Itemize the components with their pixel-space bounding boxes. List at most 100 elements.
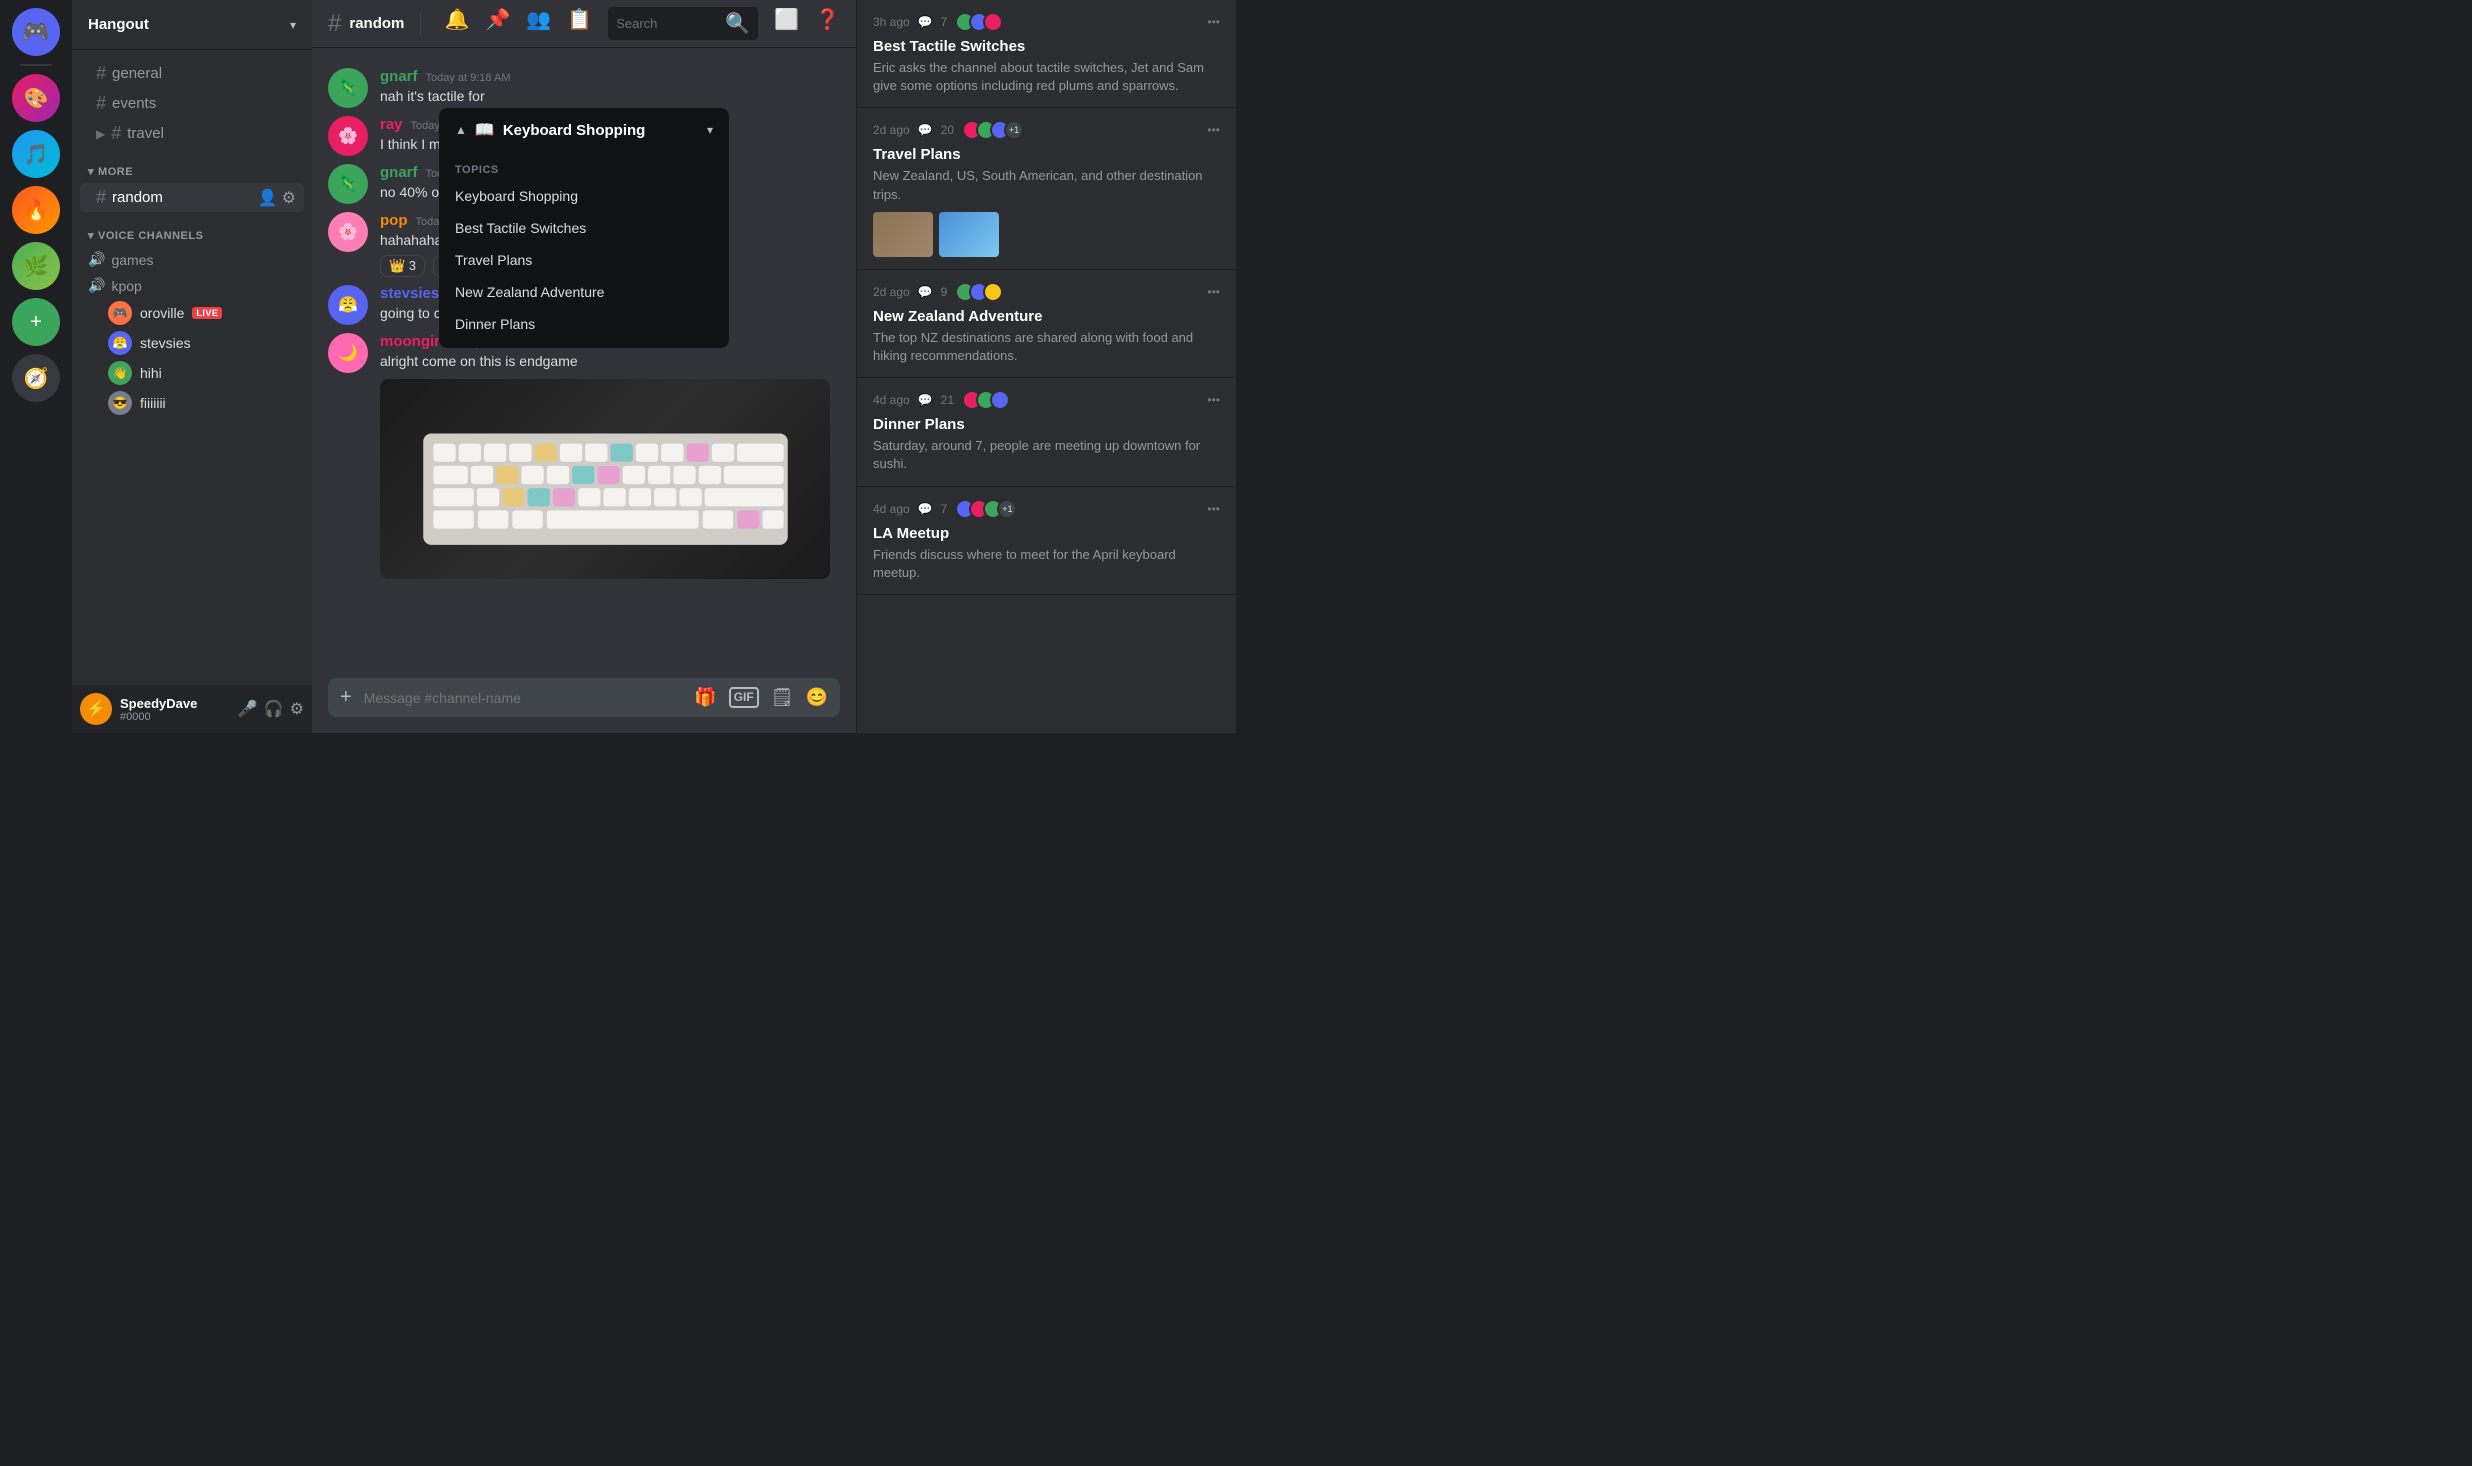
thread-preview: The top NZ destinations are shared along… <box>873 329 1220 365</box>
gift-icon[interactable]: 🎁 <box>694 687 716 708</box>
channel-item-events[interactable]: # events <box>80 89 304 118</box>
voice-user-fiiiiiii[interactable]: 😎 fiiiiiii <box>80 388 304 418</box>
more-section-header[interactable]: ▾ MORE <box>72 149 312 182</box>
message-input[interactable] <box>364 690 683 706</box>
book-icon: 📖 <box>475 120 495 140</box>
channel-item-random[interactable]: # random 👤 ⚙ <box>80 183 304 212</box>
server-icon-4[interactable]: 🌿 <box>12 242 60 290</box>
settings-icon[interactable]: ⚙ <box>282 188 296 208</box>
microphone-icon[interactable]: 🎤 <box>238 699 258 719</box>
topic-item-nz-adventure[interactable]: New Zealand Adventure <box>439 276 729 308</box>
reaction-crown-1[interactable]: 👑 3 <box>380 255 425 277</box>
topic-item-keyboard-shopping[interactable]: Keyboard Shopping <box>439 180 729 212</box>
comment-count: 7 <box>941 15 948 29</box>
thread-more-icon[interactable]: ••• <box>1207 123 1220 137</box>
topics-section: TOPICS Keyboard Shopping Best Tactile Sw… <box>439 152 729 348</box>
thread-item-travel-plans[interactable]: 2d ago 💬 20 +1 ••• Travel Plans New Zeal… <box>857 108 1236 269</box>
thread-item-la-meetup[interactable]: 4d ago 💬 7 +1 ••• LA Meetup Friends disc… <box>857 487 1236 595</box>
voice-user-stevsies[interactable]: 😤 stevsies <box>80 328 304 358</box>
voice-section-header[interactable]: ▾ VOICE CHANNELS <box>72 213 312 246</box>
channel-sidebar: Hangout ▾ # general # events ▶ # travel … <box>72 0 312 733</box>
avatar: 🌸 <box>328 212 368 252</box>
channel-name-travel: travel <box>127 125 164 142</box>
gif-button[interactable]: GIF <box>729 687 759 708</box>
avatar-stack: +1 <box>962 120 1024 140</box>
sticker-icon[interactable]: 🗒 <box>771 687 794 708</box>
hash-icon: # <box>111 123 121 144</box>
emoji-icon[interactable]: 😊 <box>806 687 828 708</box>
thread-preview: Eric asks the channel about tactile swit… <box>873 59 1220 95</box>
thread-preview: Saturday, around 7, people are meeting u… <box>873 437 1220 473</box>
discord-server-icon[interactable]: 🎮 <box>12 8 60 56</box>
thread-item-nz-adventure[interactable]: 2d ago 💬 9 ••• New Zealand Adventure The… <box>857 270 1236 378</box>
topic-bar-header[interactable]: ▲ 📖 Keyboard Shopping ▾ <box>439 108 729 152</box>
comment-icon: 💬 <box>918 502 933 516</box>
thread-more-icon[interactable]: ••• <box>1207 502 1220 516</box>
voice-channel-games-row[interactable]: 🔊 games <box>80 247 304 272</box>
message-author: moongirl <box>380 333 444 350</box>
thread-time: 2d ago <box>873 285 910 299</box>
message-author: gnarf <box>380 68 418 85</box>
add-server-button[interactable]: + <box>12 298 60 346</box>
avatar: 🦎 <box>328 164 368 204</box>
bell-icon[interactable]: 🔔 <box>445 7 470 40</box>
user-settings-icon[interactable]: ⚙ <box>290 699 304 719</box>
thread-more-icon[interactable]: ••• <box>1207 285 1220 299</box>
message-group: 🦎 gnarf Today at 9:18 AM nah it's tactil… <box>312 64 856 112</box>
channel-name-random: random <box>112 189 163 206</box>
inbox-icon[interactable]: 📋 <box>567 7 592 40</box>
search-box[interactable]: Search 🔍 <box>608 7 758 40</box>
channel-item-travel[interactable]: ▶ # travel <box>80 119 304 148</box>
server-chevron-icon: ▾ <box>290 18 296 32</box>
server-icon-2[interactable]: 🎵 <box>12 130 60 178</box>
channel-header-name: random <box>349 15 404 32</box>
thread-images <box>873 212 1220 257</box>
topic-item-travel-plans[interactable]: Travel Plans <box>439 244 729 276</box>
right-panel: 3h ago 💬 7 ••• Best Tactile Switches Eri… <box>856 0 1236 733</box>
voice-user-hihi[interactable]: 👋 hihi <box>80 358 304 388</box>
layout-icon[interactable]: ⬜ <box>774 7 799 40</box>
members-icon[interactable]: 👥 <box>526 7 551 40</box>
attach-button[interactable]: + <box>340 686 352 709</box>
thread-meta: 2d ago 💬 20 +1 ••• <box>873 120 1220 140</box>
avatar-stack <box>955 12 1003 32</box>
comment-icon: 💬 <box>918 15 933 29</box>
topic-item-dinner-plans[interactable]: Dinner Plans <box>439 308 729 340</box>
thread-more-icon[interactable]: ••• <box>1207 15 1220 29</box>
comment-count: 20 <box>941 123 954 137</box>
voice-username-hihi: hihi <box>140 365 162 381</box>
headphones-icon[interactable]: 🎧 <box>264 699 284 719</box>
topic-item-best-tactile[interactable]: Best Tactile Switches <box>439 212 729 244</box>
server-icon-3[interactable]: 🔥 <box>12 186 60 234</box>
thread-title: LA Meetup <box>873 525 1220 542</box>
server-icon-1[interactable]: 🎨 <box>12 74 60 122</box>
thread-thumb-1 <box>873 212 933 257</box>
header-divider <box>420 12 421 36</box>
thread-thumb-2 <box>939 212 999 257</box>
message-content: moongirl Today at 9:18 AM alright come o… <box>380 333 840 580</box>
comment-count: 9 <box>941 285 948 299</box>
thread-more-icon[interactable]: ••• <box>1207 393 1220 407</box>
thread-item-dinner-plans[interactable]: 4d ago 💬 21 ••• Dinner Plans Saturday, a… <box>857 378 1236 486</box>
voice-channel-name-games: games <box>111 252 153 268</box>
explore-button[interactable]: 🧭 <box>12 354 60 402</box>
voice-user-oroville[interactable]: 🎮 oroville LIVE <box>80 298 304 328</box>
thread-item-best-tactile[interactable]: 3h ago 💬 7 ••• Best Tactile Switches Eri… <box>857 0 1236 108</box>
voice-channel-kpop-row[interactable]: 🔊 kpop <box>80 273 304 298</box>
server-header[interactable]: Hangout ▾ <box>72 0 312 50</box>
chat-input-area: + 🎁 GIF 🗒 😊 <box>312 678 856 733</box>
avatar-stack <box>962 390 1010 410</box>
add-member-icon[interactable]: 👤 <box>258 188 278 208</box>
chat-messages: ▲ 📖 Keyboard Shopping ▾ TOPICS Keyboard … <box>312 48 856 678</box>
pin-icon[interactable]: 📌 <box>485 7 510 40</box>
hash-icon: # <box>96 63 106 84</box>
channel-actions: 👤 ⚙ <box>258 188 296 208</box>
collapse-icon: ▶ <box>96 127 105 141</box>
channel-item-general[interactable]: # general <box>80 59 304 88</box>
voice-chevron-icon: ▾ <box>88 229 94 242</box>
avatar-stack: +1 <box>955 499 1017 519</box>
more-badge: +1 <box>997 499 1017 519</box>
chevron-down-icon: ▾ <box>707 123 713 137</box>
help-icon[interactable]: ❓ <box>815 7 840 40</box>
server-divider <box>20 64 52 66</box>
